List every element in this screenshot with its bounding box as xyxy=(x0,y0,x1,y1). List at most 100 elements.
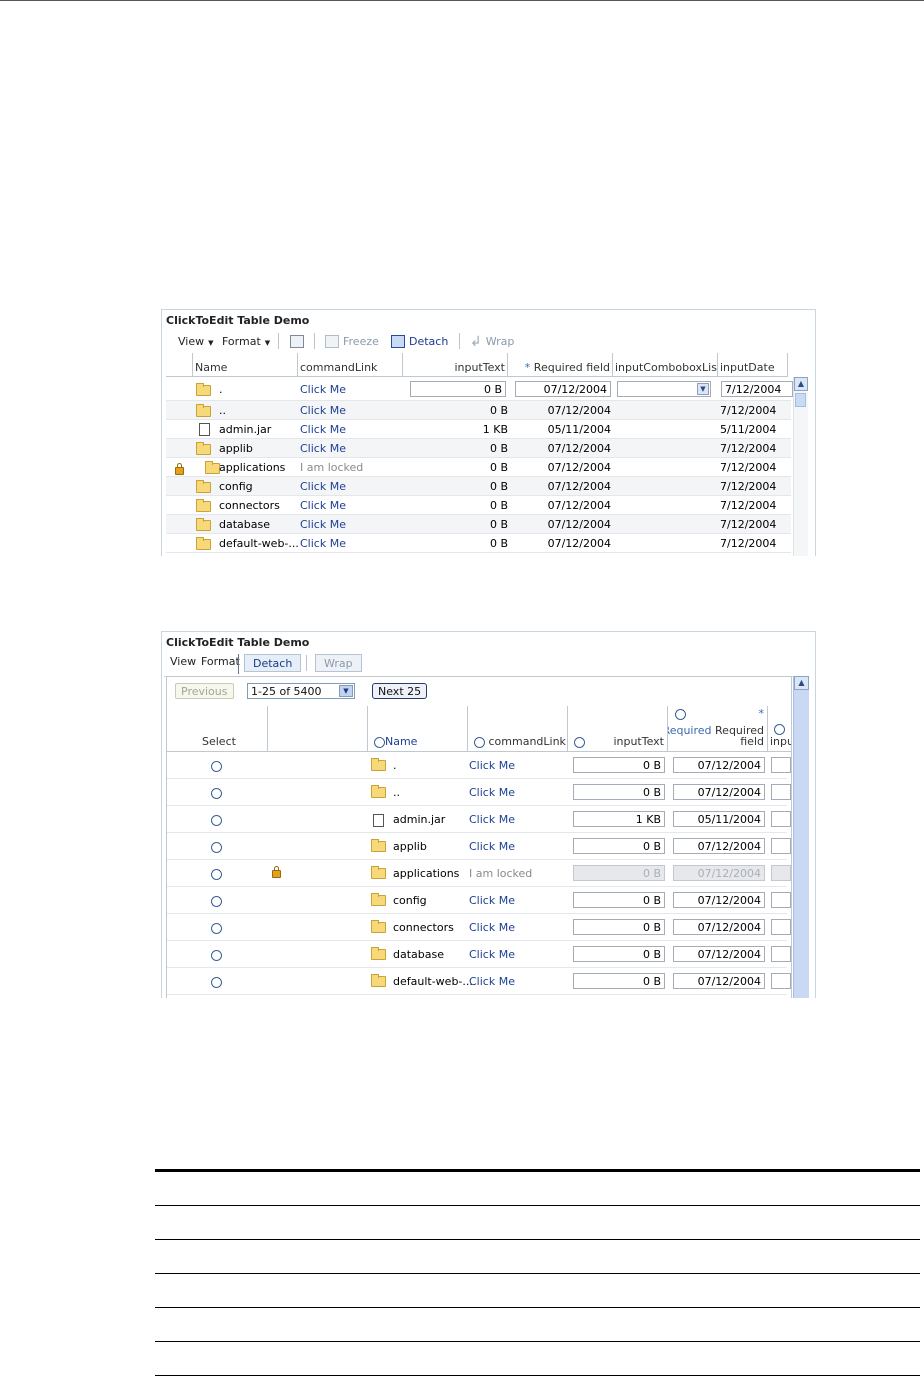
view-menu[interactable]: View ▼ xyxy=(178,335,214,348)
file-name: applications xyxy=(393,867,460,880)
column-header-inputtext[interactable]: inputText xyxy=(568,706,668,752)
column-header-inputdate[interactable]: inputDate xyxy=(718,353,788,377)
next-column-field[interactable] xyxy=(771,784,791,800)
scroll-thumb[interactable] xyxy=(795,393,806,407)
format-menu[interactable]: Format ▼ xyxy=(222,335,270,348)
table-row: connectors Click Me 0 B 07/12/2004 xyxy=(167,914,791,941)
select-radio-icon[interactable] xyxy=(211,869,222,880)
inputtext-field[interactable]: 0 B xyxy=(573,946,665,962)
click-me-link[interactable]: Click Me xyxy=(300,442,346,455)
select-radio-icon[interactable] xyxy=(211,842,222,853)
click-me-link[interactable]: Click Me xyxy=(300,499,346,512)
required-date-field[interactable]: 07/12/2004 xyxy=(673,757,765,773)
click-me-link[interactable]: Click Me xyxy=(469,894,515,907)
folder-icon xyxy=(205,460,220,474)
folder-icon xyxy=(371,947,386,960)
table-top-rule xyxy=(155,1169,920,1172)
scroll-up-icon[interactable]: ▲ xyxy=(794,377,808,391)
sort-radio-icon[interactable] xyxy=(574,737,585,748)
table-row: database Click Me 0 B 07/12/2004 7/12/2004 xyxy=(166,515,791,534)
click-me-link[interactable]: Click Me xyxy=(469,786,515,799)
column-header-required-field[interactable]: * Required field xyxy=(508,353,613,377)
previous-button[interactable]: Previous xyxy=(175,683,234,699)
required-date-field[interactable]: 07/12/2004 xyxy=(673,919,765,935)
view-menu[interactable]: View xyxy=(170,655,196,668)
column-header-name[interactable]: Name xyxy=(193,353,298,377)
required-date-field[interactable]: 05/11/2004 xyxy=(673,811,765,827)
column-header-combobox[interactable]: inputComboboxListOf xyxy=(613,353,718,377)
click-me-link[interactable]: Click Me xyxy=(469,921,515,934)
column-header-commandlink[interactable]: commandLink xyxy=(468,706,568,752)
click-me-link[interactable]: Click Me xyxy=(469,840,515,853)
click-me-link[interactable]: Click Me xyxy=(300,423,346,436)
column-header-name[interactable]: Name xyxy=(368,706,468,752)
inputtext-field[interactable]: 0 B xyxy=(573,838,665,854)
click-me-link[interactable]: Click Me xyxy=(469,813,515,826)
chevron-down-icon[interactable]: ▼ xyxy=(339,685,353,697)
click-me-link[interactable]: Click Me xyxy=(469,759,515,772)
required-date-value: 07/12/2004 xyxy=(547,442,611,455)
column-header-commandlink[interactable]: commandLink xyxy=(298,353,403,377)
columns-button[interactable] xyxy=(290,333,304,350)
required-date-field[interactable]: 07/12/2004 xyxy=(673,946,765,962)
select-radio-icon[interactable] xyxy=(211,977,222,988)
sort-radio-icon[interactable] xyxy=(675,709,686,720)
vertical-scrollbar[interactable]: ▲ xyxy=(793,676,809,998)
next-column-field[interactable] xyxy=(771,811,791,827)
vertical-scrollbar[interactable]: ▲ xyxy=(793,377,808,556)
next-column-field[interactable] xyxy=(771,892,791,908)
next-button[interactable]: Next 25 xyxy=(372,683,428,699)
required-date-field[interactable]: 07/12/2004 xyxy=(673,892,765,908)
click-me-link[interactable]: Click Me xyxy=(300,537,346,550)
select-radio-icon[interactable] xyxy=(211,761,222,772)
detach-button[interactable]: Detach xyxy=(244,654,302,672)
next-column-field[interactable] xyxy=(771,919,791,935)
sort-radio-icon[interactable] xyxy=(374,736,385,748)
scroll-up-icon[interactable]: ▲ xyxy=(794,676,809,690)
required-date-field[interactable]: 07/12/2004 xyxy=(673,784,765,800)
click-me-link[interactable]: Click Me xyxy=(469,975,515,988)
column-header-inputtext[interactable]: inputText xyxy=(403,353,508,377)
wrap-button[interactable]: ↲ Wrap xyxy=(470,333,514,350)
next-column-field[interactable] xyxy=(771,838,791,854)
next-column-field[interactable] xyxy=(771,757,791,773)
range-select[interactable]: 1-25 of 5400 ▼ xyxy=(247,683,355,699)
inputtext-field[interactable]: 0 B xyxy=(410,381,506,397)
inputtext-field[interactable]: 0 B xyxy=(573,973,665,989)
inputtext-field[interactable]: 0 B xyxy=(573,892,665,908)
select-radio-icon[interactable] xyxy=(211,788,222,799)
click-me-link[interactable]: Click Me xyxy=(300,404,346,417)
select-radio-icon[interactable] xyxy=(211,923,222,934)
column-header-required-field[interactable]: * Required Required field xyxy=(668,706,768,752)
next-column-field[interactable] xyxy=(771,973,791,989)
combobox-field[interactable]: ▼ xyxy=(617,381,711,397)
click-me-link[interactable]: Click Me xyxy=(300,480,346,493)
select-radio-icon[interactable] xyxy=(211,950,222,961)
column-header-status xyxy=(166,353,193,377)
file-name: config xyxy=(219,480,253,493)
detach-button[interactable]: Detach xyxy=(391,333,448,350)
inputtext-field[interactable]: 0 B xyxy=(573,919,665,935)
sort-radio-icon[interactable] xyxy=(474,736,485,748)
required-date-field[interactable]: 07/12/2004 xyxy=(515,381,611,397)
select-radio-icon[interactable] xyxy=(211,815,222,826)
date-value: 7/12/2004 xyxy=(720,499,777,512)
required-date-field[interactable]: 07/12/2004 xyxy=(673,973,765,989)
column-header-partial[interactable]: inpu xyxy=(768,706,791,752)
click-me-link[interactable]: Click Me xyxy=(300,383,346,396)
inputtext-field[interactable]: 0 B xyxy=(573,757,665,773)
freeze-button[interactable]: Freeze xyxy=(325,333,379,350)
inputtext-field[interactable]: 1 KB xyxy=(573,811,665,827)
table-row-rule xyxy=(155,1341,920,1342)
inputtext-field[interactable]: 0 B xyxy=(573,784,665,800)
required-date-field[interactable]: 07/12/2004 xyxy=(673,838,765,854)
sort-radio-icon[interactable] xyxy=(774,724,785,735)
click-me-link[interactable]: Click Me xyxy=(469,948,515,961)
date-field[interactable]: 7/12/2004 xyxy=(721,381,793,397)
chevron-down-icon[interactable]: ▼ xyxy=(697,383,709,395)
wrap-button[interactable]: Wrap xyxy=(315,654,362,672)
click-me-link[interactable]: Click Me xyxy=(300,518,346,531)
format-menu[interactable]: Format xyxy=(201,655,240,668)
next-column-field[interactable] xyxy=(771,946,791,962)
select-radio-icon[interactable] xyxy=(211,896,222,907)
